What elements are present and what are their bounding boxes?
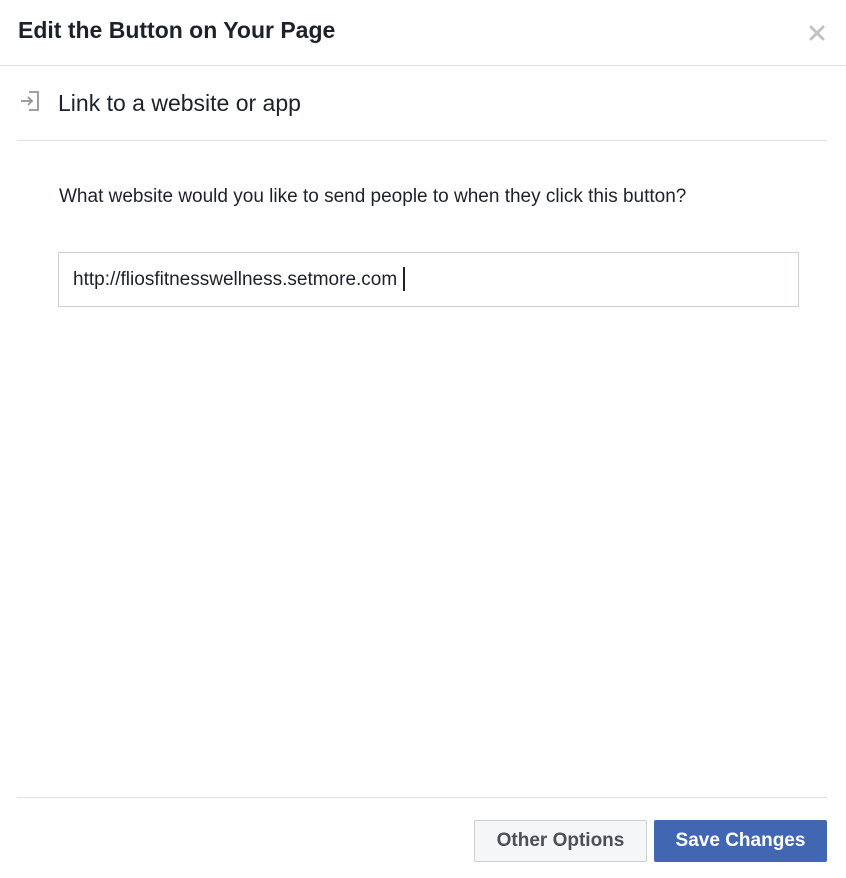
footer-divider xyxy=(17,797,827,798)
close-icon xyxy=(809,25,825,41)
website-url-input[interactable] xyxy=(58,252,799,307)
sign-in-arrow-icon xyxy=(21,91,39,111)
edit-button-dialog: Edit the Button on Your Page Link to a w… xyxy=(0,0,846,878)
save-changes-button[interactable]: Save Changes xyxy=(654,820,827,862)
link-option-section: Link to a website or app xyxy=(17,66,827,141)
dialog-header: Edit the Button on Your Page xyxy=(0,0,846,66)
dialog-title: Edit the Button on Your Page xyxy=(18,17,336,43)
other-options-button[interactable]: Other Options xyxy=(474,820,647,862)
website-question: What website would you like to send peop… xyxy=(59,186,687,207)
close-button[interactable] xyxy=(804,20,830,46)
text-caret xyxy=(403,267,406,291)
link-option-label: Link to a website or app xyxy=(58,90,301,116)
